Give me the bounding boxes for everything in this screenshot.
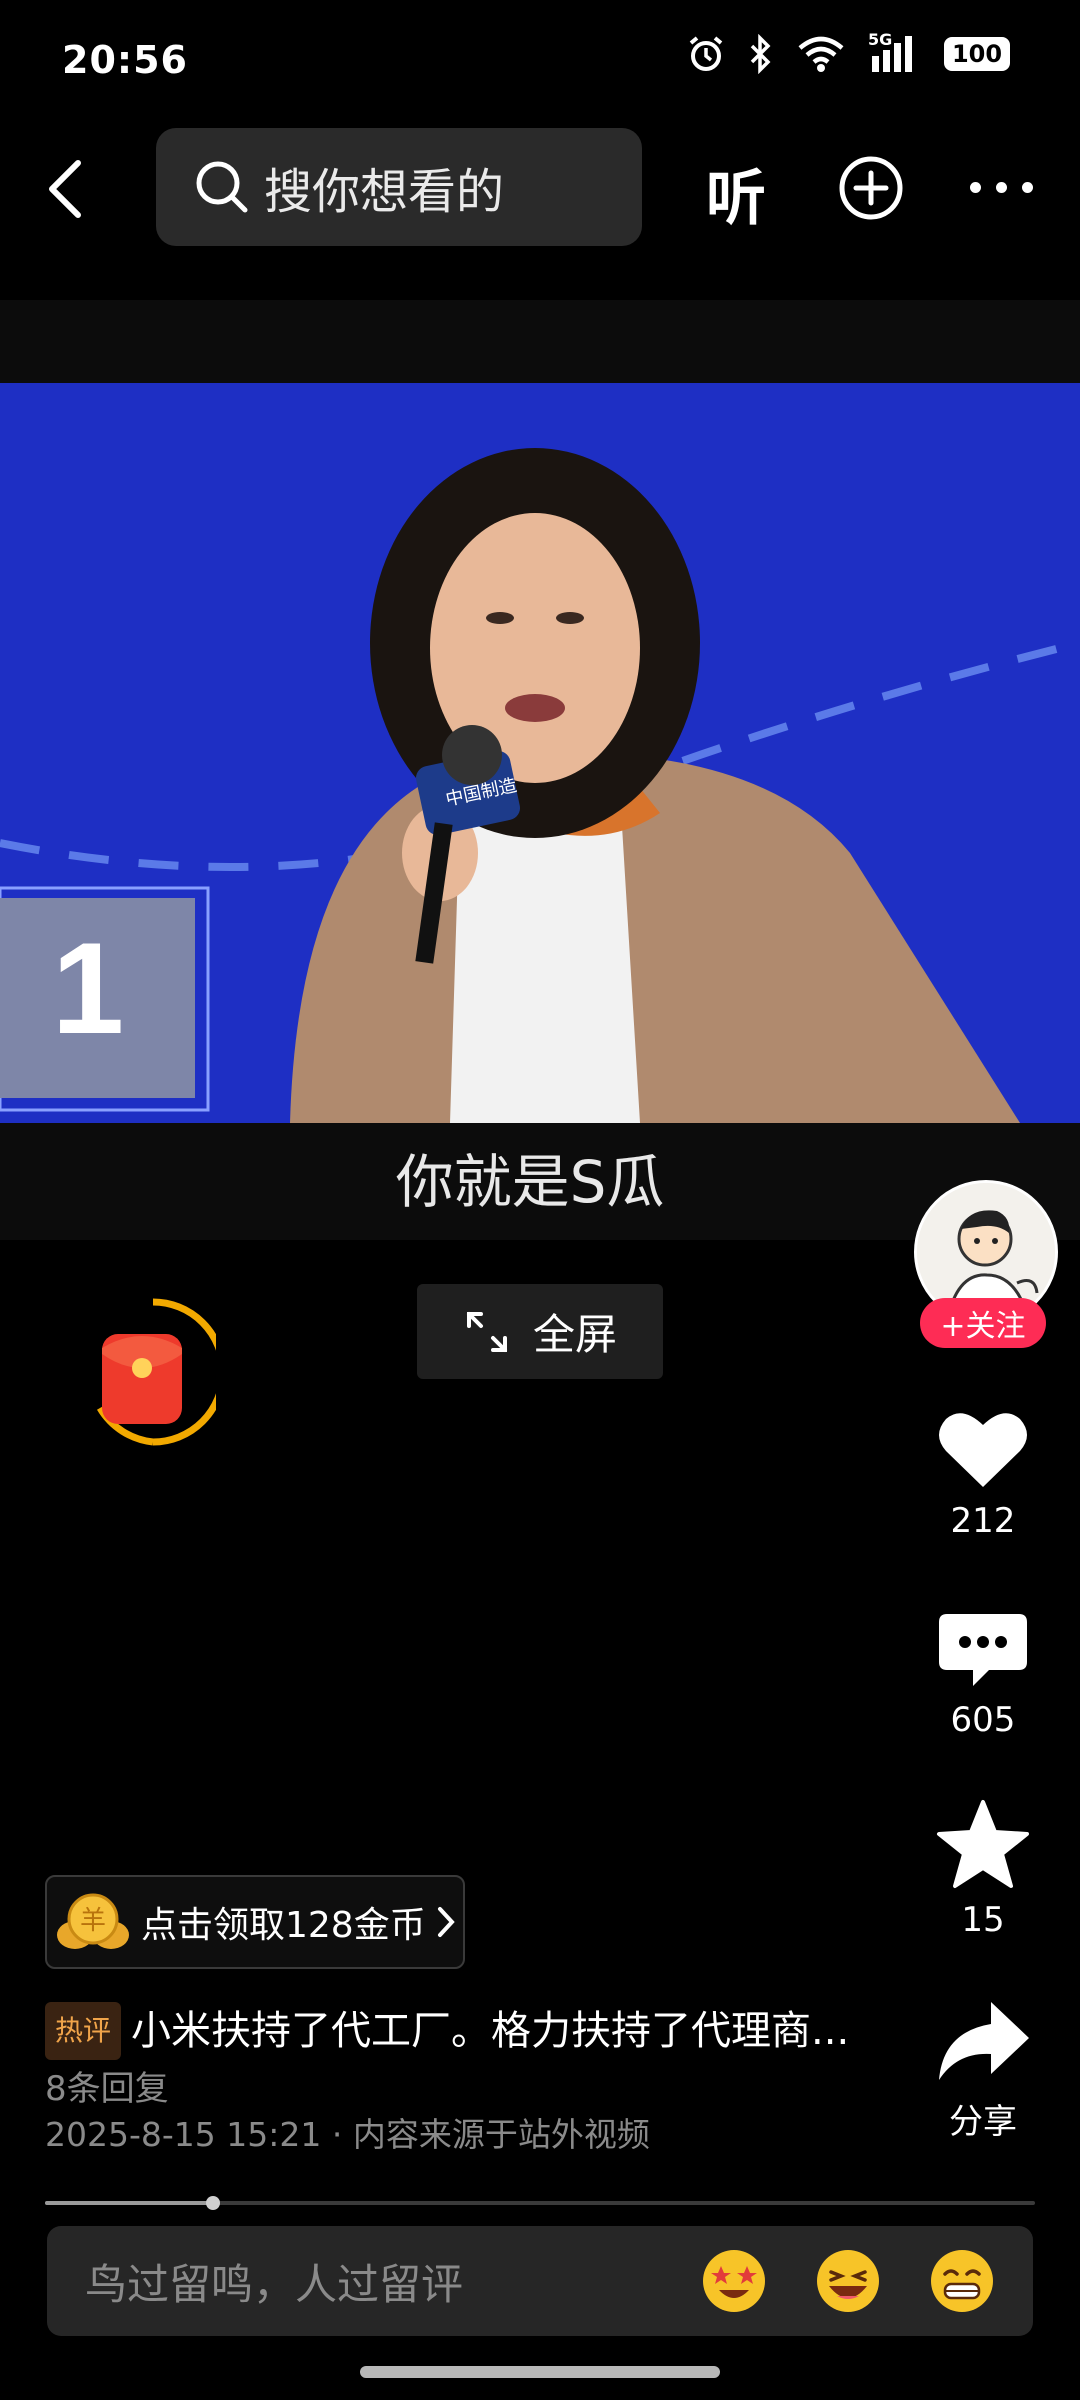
alarm-icon [689, 36, 723, 71]
battery-level: 100 [951, 40, 1003, 68]
status-time: 20:56 [62, 38, 188, 82]
progress-fill [45, 2201, 214, 2205]
coin-reward-label: 点击领取128金币 [141, 1905, 426, 1946]
hot-comment-tag: 热评 [45, 2002, 122, 2060]
plus-circle-icon [839, 156, 903, 220]
gold-coin-icon: 羊 [57, 1893, 129, 1949]
bluetooth-icon [750, 34, 771, 74]
red-packet-reward[interactable] [90, 1298, 227, 1448]
like-button[interactable]: 212 [918, 1405, 1048, 1541]
comment-input[interactable]: 鸟过留鸣，人过留评 [47, 2226, 1033, 2336]
like-count: 212 [950, 1501, 1016, 1541]
listen-button[interactable]: 听 [706, 150, 766, 237]
laughing-emoji-icon[interactable] [817, 2250, 879, 2312]
video-meta: 2025-8-15 15:21 · 内容来源于站外视频 [45, 2115, 650, 2154]
star-icon [937, 1800, 1029, 1888]
follow-button[interactable]: +关注 [920, 1298, 1046, 1348]
hot-comment[interactable]: 热评 小米扶持了代工厂。格力扶持了代理商... 8条回复 [45, 2002, 865, 2116]
grinning-emoji-icon[interactable] [931, 2250, 993, 2312]
comment-count: 605 [950, 1700, 1016, 1740]
back-button[interactable] [40, 155, 92, 223]
scoreboard-number: 1 [52, 915, 124, 1061]
coin-reward-banner[interactable]: 羊 点击领取128金币 [45, 1875, 465, 1969]
search-icon [196, 161, 248, 213]
cellular-signal-icon: 5G [868, 30, 922, 74]
wifi-icon [798, 36, 844, 72]
video-scene: 1 中国制造 [0, 383, 1080, 1123]
reply-count[interactable]: 8条回复 [45, 2069, 169, 2109]
fullscreen-button[interactable]: 全屏 [417, 1284, 663, 1379]
dot-icon [970, 182, 981, 193]
heart-icon [939, 1413, 1027, 1487]
share-arrow-icon [939, 2002, 1029, 2080]
share-label: 分享 [949, 2102, 1017, 2142]
video-subtitle: 你就是S瓜 [395, 1148, 665, 1216]
chevron-left-icon [49, 160, 81, 218]
favorite-button[interactable]: 15 [918, 1798, 1048, 1940]
comment-placeholder: 鸟过留鸣，人过留评 [85, 2259, 464, 2309]
fullscreen-label: 全屏 [532, 1310, 617, 1359]
favorite-count: 15 [961, 1900, 1005, 1940]
comment-icon [939, 1614, 1027, 1686]
coin-text: 羊 [80, 1906, 106, 1936]
comment-button[interactable]: 605 [918, 1610, 1048, 1740]
red-packet-icon [96, 1298, 227, 1446]
status-icons: 5G 100 [686, 30, 1010, 74]
more-options-button[interactable] [970, 182, 1033, 193]
home-indicator[interactable] [360, 2366, 720, 2378]
expand-icon [466, 1311, 507, 1352]
star-eyes-emoji-icon[interactable] [703, 2250, 765, 2312]
video-progress-bar[interactable] [45, 2196, 1035, 2210]
search-box[interactable]: 搜你想看的 [156, 128, 642, 246]
progress-handle[interactable] [206, 2196, 221, 2210]
video-frame[interactable]: 1 中国制造 [0, 383, 1080, 1123]
dot-icon [996, 182, 1007, 193]
add-button[interactable] [838, 155, 904, 225]
search-placeholder: 搜你想看的 [264, 164, 505, 220]
hot-comment-text: 小米扶持了代工厂。格力扶持了代理商... [131, 2008, 850, 2054]
share-button[interactable]: 分享 [918, 1998, 1048, 2143]
dot-icon [1022, 182, 1033, 193]
battery-icon: 100 [944, 37, 1010, 71]
chevron-right-icon [437, 1907, 455, 1937]
